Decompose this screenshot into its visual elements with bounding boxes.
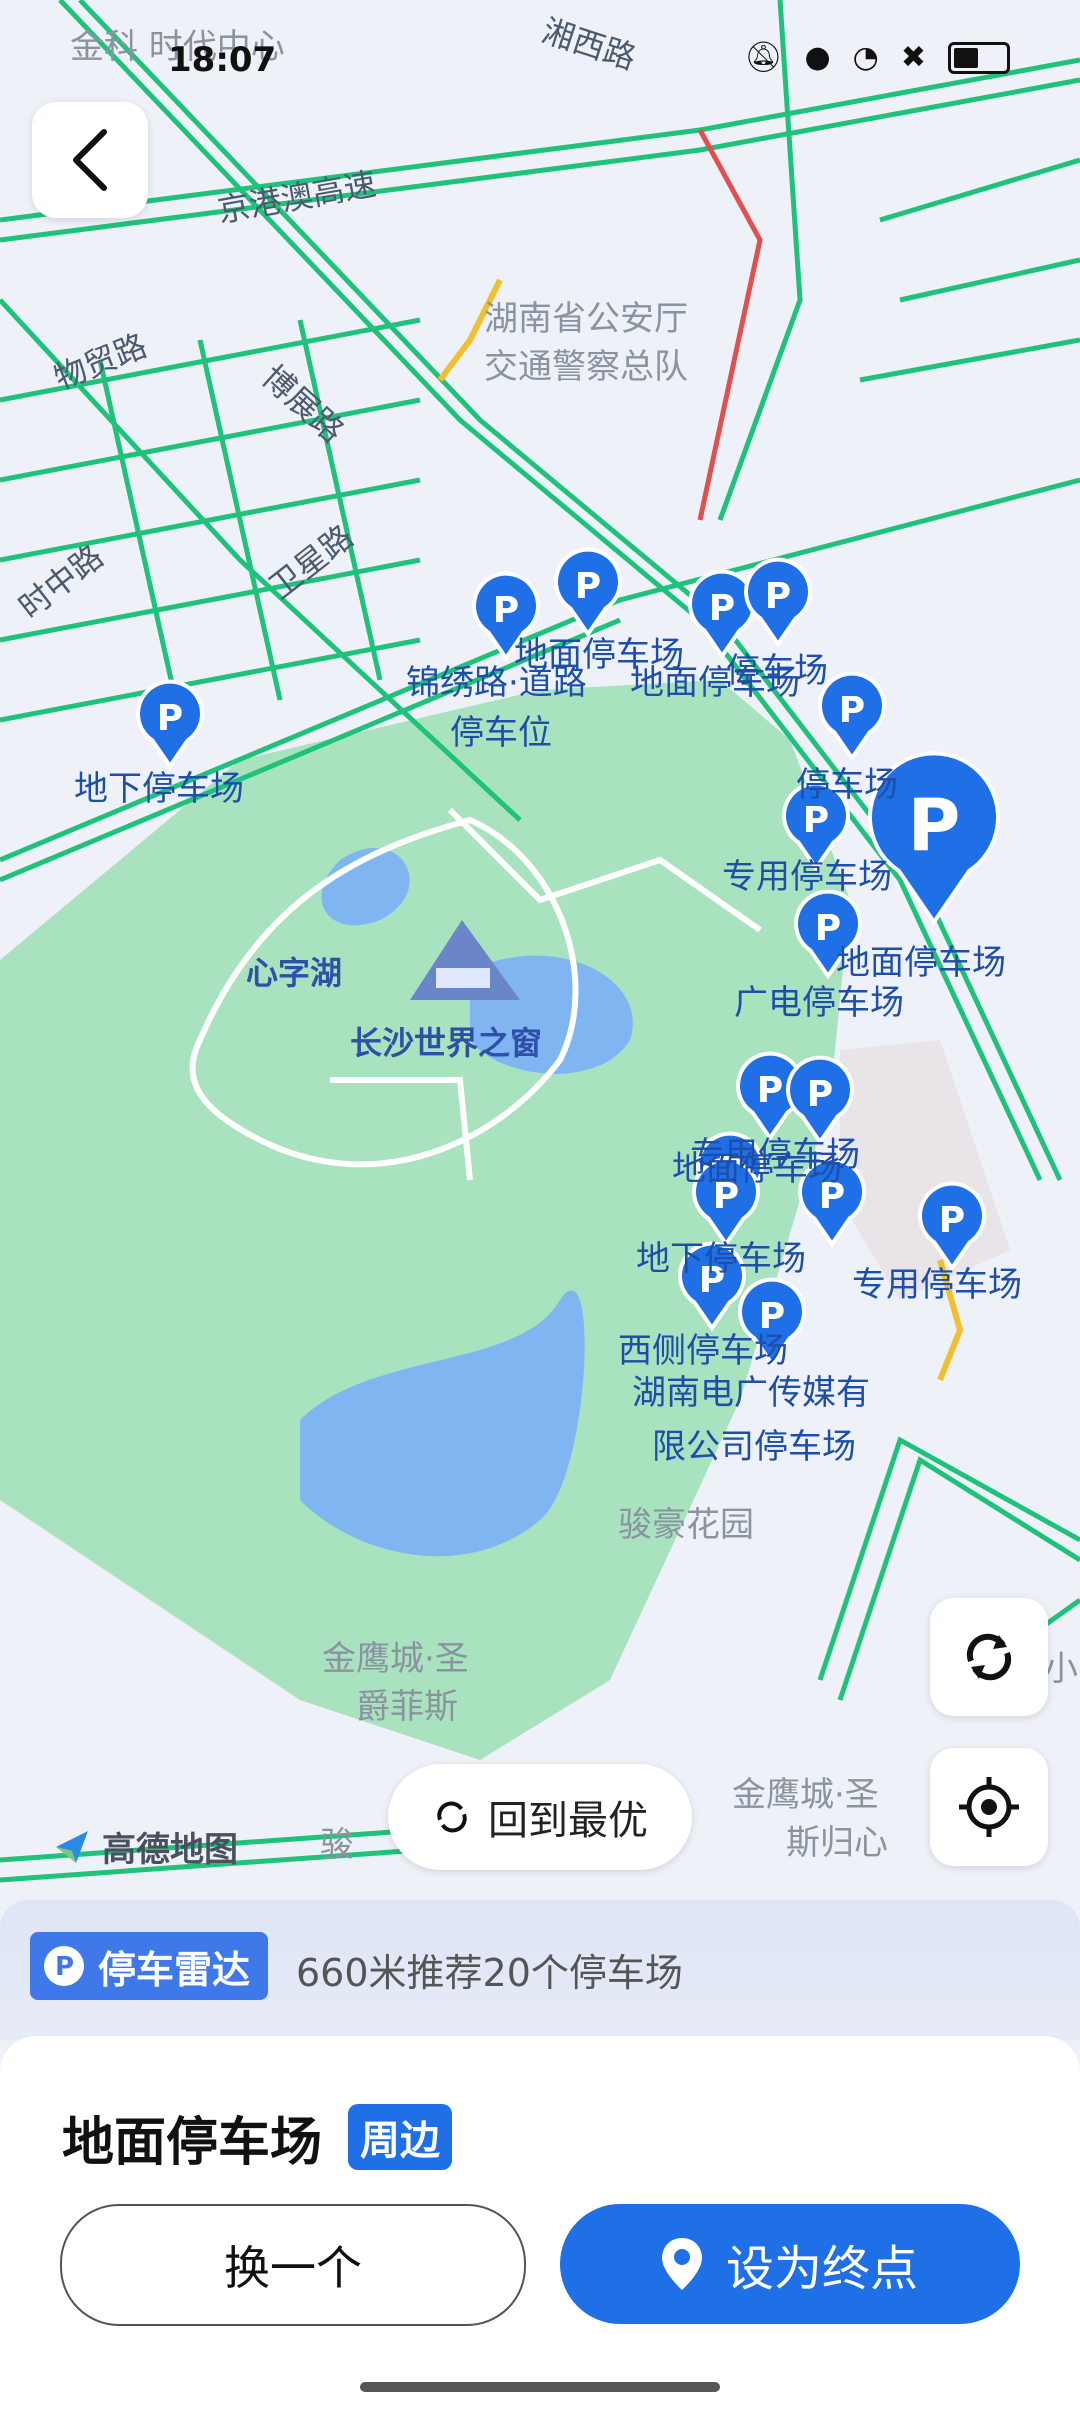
nearby-badge: 周边 xyxy=(348,2104,452,2170)
place-label: 长沙世界之窗 xyxy=(350,1024,542,1062)
place-label: 骏豪花园 xyxy=(618,1505,754,1545)
location-icon: ● xyxy=(804,40,831,75)
set-destination-button[interactable]: 设为终点 xyxy=(560,2204,1020,2324)
chevron-left-icon xyxy=(73,129,107,191)
place-label: 骏 xyxy=(320,1825,354,1865)
parking-label: 西侧停车场 xyxy=(618,1331,788,1371)
parking-label: 限公司停车场 xyxy=(652,1427,856,1467)
parking-label: 地面停车场 xyxy=(672,1149,842,1189)
svg-text:P: P xyxy=(757,1070,783,1111)
change-button-label: 换一个 xyxy=(224,2241,362,2295)
parking-label: 锦绣路·道路 xyxy=(406,663,587,703)
sim-off-icon: ✖ xyxy=(900,40,926,75)
svg-text:P: P xyxy=(765,576,791,617)
parking-detail-sheet: 地面停车场 周边 换一个 设为终点 xyxy=(0,2036,1080,2412)
svg-text:P: P xyxy=(908,783,961,867)
home-indicator[interactable] xyxy=(360,2382,720,2392)
parking-radar-bar: P 停车雷达 660米推荐20个停车场 xyxy=(0,1900,1080,2040)
place-label: 心字湖 xyxy=(246,954,342,992)
parking-label: 停车场 xyxy=(796,765,898,805)
svg-text:P: P xyxy=(939,1200,965,1241)
place-label: 爵菲斯 xyxy=(356,1687,458,1727)
svg-text:P: P xyxy=(493,590,519,631)
location-pin-icon xyxy=(661,2238,702,2290)
wifi-icon: ◔ xyxy=(852,40,879,75)
parking-label: 广电停车场 xyxy=(734,983,904,1023)
parking-label: 地面停车场 xyxy=(836,943,1006,983)
locate-icon xyxy=(959,1777,1019,1837)
amap-logo-icon xyxy=(56,1830,88,1863)
refresh-icon xyxy=(966,1633,1012,1681)
change-button[interactable]: 换一个 xyxy=(60,2204,526,2326)
parking-label: 专用停车场 xyxy=(722,857,892,897)
place-label: 斯归心 xyxy=(786,1823,888,1863)
back-to-best-button[interactable]: 回到最优 xyxy=(388,1764,692,1870)
svg-text:P: P xyxy=(157,698,183,739)
svg-text:P: P xyxy=(803,800,829,841)
place-label: 金鹰城·圣 xyxy=(732,1775,879,1815)
locate-button[interactable] xyxy=(930,1748,1048,1866)
parking-label: 停车场 xyxy=(726,651,828,691)
map-view[interactable]: 京港澳高速 物贸路 博展路 卫星路 时中路 湘西路 金科 时代中心 湖南省公安厅… xyxy=(0,0,1080,1900)
place-label: 金鹰城·圣 xyxy=(322,1639,469,1679)
refresh-button[interactable] xyxy=(930,1598,1048,1716)
parking-title: 地面停车场 xyxy=(62,2113,323,2173)
svg-text:P: P xyxy=(807,1074,833,1115)
parking-label: 专用停车场 xyxy=(852,1265,1022,1305)
svg-text:P: P xyxy=(575,566,601,607)
parking-label: 地下停车场 xyxy=(636,1239,806,1279)
parking-label: 湖南电广传媒有 xyxy=(632,1373,870,1413)
parking-radar-icon: P xyxy=(44,1946,84,1986)
parking-label: 地下停车场 xyxy=(74,769,244,809)
parking-label: 停车位 xyxy=(450,713,552,753)
back-button[interactable] xyxy=(32,102,148,218)
amap-logo: 高德地图 xyxy=(52,1822,238,1871)
status-icons: 🔕︎ ● ◔ ✖ xyxy=(744,40,1010,75)
mute-icon: 🔕︎ xyxy=(744,40,783,75)
refresh-icon xyxy=(437,1801,467,1833)
parking-radar-badge: P 停车雷达 xyxy=(30,1932,269,2000)
set-destination-label: 设为终点 xyxy=(725,2241,918,2297)
amap-logo-text: 高德地图 xyxy=(102,1830,238,1870)
place-label: 交通警察总队 xyxy=(484,347,688,387)
parking-radar-summary: 660米推荐20个停车场 xyxy=(296,1951,683,1995)
status-time: 18:07 xyxy=(168,40,277,80)
parking-radar-label: 停车雷达 xyxy=(98,1947,251,1992)
place-label: 小 xyxy=(1044,1649,1078,1689)
back-to-best-label: 回到最优 xyxy=(488,1798,648,1844)
svg-text:P: P xyxy=(55,1952,74,1982)
place-label: 湖南省公安厅 xyxy=(484,299,688,339)
svg-text:P: P xyxy=(839,690,865,731)
battery-icon xyxy=(948,41,1010,74)
svg-text:P: P xyxy=(709,588,735,629)
